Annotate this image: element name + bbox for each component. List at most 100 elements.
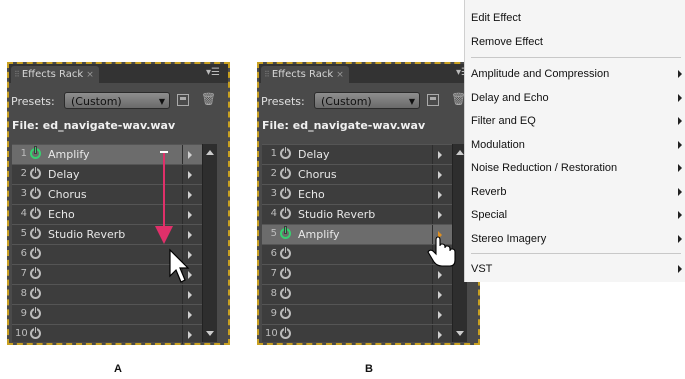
rack-slot-5[interactable]: 5 Studio Reverb [12,224,217,244]
close-icon[interactable]: × [336,70,344,80]
rack-slot-8[interactable]: 8 [12,284,217,304]
slot-number: 4 [270,208,277,219]
close-icon[interactable]: × [86,70,94,80]
delete-preset-icon[interactable]: 🗑 [201,92,216,106]
scroll-down-icon[interactable] [206,331,214,336]
power-icon[interactable] [30,147,41,159]
power-icon[interactable] [280,267,291,279]
effects-rack-tab[interactable]: ⠿ Effects Rack × [11,66,99,83]
power-icon[interactable] [30,167,41,179]
power-icon[interactable] [280,147,291,159]
file-label: File: ed_navigate-wav.wav [12,119,176,132]
power-icon[interactable] [280,167,291,179]
rack-slot-7[interactable]: 7 [262,264,467,284]
grip-icon[interactable]: ⠿ [264,70,270,79]
submenu-arrow-icon [678,117,682,125]
power-icon[interactable] [30,187,41,199]
effect-menu-arrow-icon[interactable] [438,291,442,299]
power-icon[interactable] [280,187,291,199]
menu-item-stereo-imagery[interactable]: Stereo Imagery [471,230,546,248]
effect-menu-arrow-icon[interactable] [438,251,442,259]
menu-item-remove-effect[interactable]: Remove Effect [471,33,543,51]
save-preset-icon[interactable] [427,94,439,106]
rack-slot-2[interactable]: 2 Chorus [262,164,467,184]
power-icon[interactable] [30,247,41,259]
rack-slot-10[interactable]: 10 [12,324,217,344]
effects-rack-panel-b: ⠿ Effects Rack × ▾☰ Presets: (Custom) ▼ 🗑 F… [257,62,480,345]
power-icon[interactable] [30,267,41,279]
rack-slot-6[interactable]: 6 [12,244,217,264]
effect-menu-arrow-icon[interactable] [188,151,192,159]
effect-menu-arrow-icon[interactable] [438,211,442,219]
rack-slot-3[interactable]: 3 Echo [262,184,467,204]
rack-slot-9[interactable]: 9 [262,304,467,324]
menu-item-amplitude-and-compression[interactable]: Amplitude and Compression [471,65,609,83]
rack-slot-5[interactable]: 5 Amplify [262,224,467,244]
effect-menu-arrow-icon[interactable] [188,251,192,259]
divider [432,165,433,184]
power-icon[interactable] [280,287,291,299]
power-icon[interactable] [280,247,291,259]
power-icon[interactable] [30,287,41,299]
presets-dropdown[interactable]: (Custom) ▼ [314,92,420,109]
effect-menu-arrow-icon[interactable] [438,151,442,159]
divider [182,245,183,264]
presets-label: Presets: [11,95,55,108]
save-preset-icon[interactable] [177,94,189,106]
effect-menu-arrow-icon[interactable] [438,271,442,279]
presets-dropdown[interactable]: (Custom) ▼ [64,92,170,109]
power-icon[interactable] [280,307,291,319]
rack-slot-3[interactable]: 3 Chorus [12,184,217,204]
panel-menu-icon[interactable]: ▾☰ [206,67,220,79]
rack-slot-10[interactable]: 10 [262,324,467,344]
power-icon[interactable] [30,327,41,339]
divider [182,305,183,324]
menu-item-edit-effect[interactable]: Edit Effect [471,9,521,27]
effect-menu-arrow-icon[interactable] [188,211,192,219]
rack-slot-7[interactable]: 7 [12,264,217,284]
effect-name: Delay [298,148,330,161]
effect-menu-arrow-icon[interactable] [188,271,192,279]
power-icon[interactable] [280,207,291,219]
rack-slot-2[interactable]: 2 Delay [12,164,217,184]
power-icon[interactable] [280,327,291,339]
rack-slot-8[interactable]: 8 [262,284,467,304]
menu-item-noise-reduction-restoration[interactable]: Noise Reduction / Restoration [471,159,617,177]
effect-menu-arrow-icon[interactable] [438,331,442,339]
power-icon[interactable] [280,227,291,239]
menu-item-delay-and-echo[interactable]: Delay and Echo [471,89,549,107]
effect-menu-arrow-icon[interactable] [438,231,442,239]
power-icon[interactable] [30,227,41,239]
effect-menu-arrow-icon[interactable] [188,171,192,179]
rack-scrollbar[interactable] [202,144,217,342]
effect-menu-arrow-icon[interactable] [438,311,442,319]
grip-icon[interactable]: ⠿ [14,70,20,79]
menu-item-reverb[interactable]: Reverb [471,183,506,201]
effects-rack-panel-a: ⠿ Effects Rack × ▾☰ Presets: (Custom) ▼ 🗑 F… [7,62,230,345]
power-icon[interactable] [30,307,41,319]
rack-slot-1[interactable]: 1 Amplify [12,144,217,164]
menu-item-modulation[interactable]: Modulation [471,136,525,154]
rack-slot-9[interactable]: 9 [12,304,217,324]
effect-menu-arrow-icon[interactable] [188,311,192,319]
slot-number: 1 [20,148,27,159]
effects-rack-tab[interactable]: ⠿ Effects Rack × [261,66,349,83]
menu-item-filter-and-eq[interactable]: Filter and EQ [471,112,536,130]
menu-item-special[interactable]: Special [471,206,507,224]
scroll-up-icon[interactable] [456,150,464,155]
scroll-down-icon[interactable] [456,331,464,336]
effect-menu-arrow-icon[interactable] [188,191,192,199]
rack-slot-1[interactable]: 1 Delay [262,144,467,164]
effect-menu-arrow-icon[interactable] [188,331,192,339]
power-icon[interactable] [30,207,41,219]
scroll-up-icon[interactable] [206,150,214,155]
divider [432,225,433,244]
menu-item-vst[interactable]: VST [471,260,492,278]
effect-menu-arrow-icon[interactable] [188,231,192,239]
rack-slot-4[interactable]: 4 Echo [12,204,217,224]
effect-menu-arrow-icon[interactable] [188,291,192,299]
effect-menu-arrow-icon[interactable] [438,191,442,199]
rack-slot-6[interactable]: 6 [262,244,467,264]
effect-menu-arrow-icon[interactable] [438,171,442,179]
rack-slot-4[interactable]: 4 Studio Reverb [262,204,467,224]
